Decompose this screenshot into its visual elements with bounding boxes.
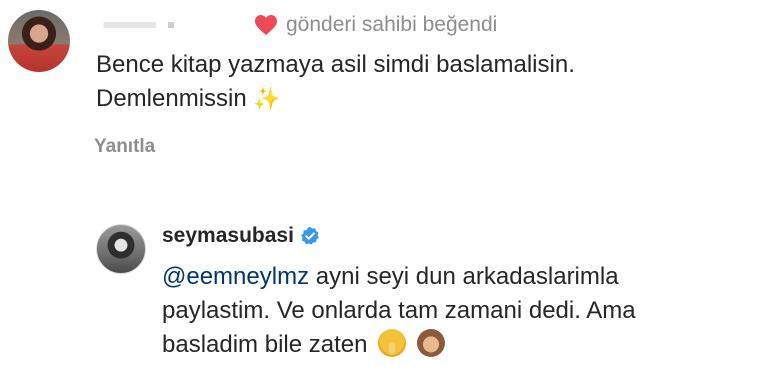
avatar[interactable]	[8, 10, 70, 72]
comment-2-line-1-text: ayni seyi dun arkadaslarimla	[309, 263, 619, 290]
comment-1-line-2-text: Demlenmissin	[96, 85, 247, 112]
username[interactable]: seymasubasi	[162, 224, 294, 248]
comment-1-line-1: Bence kitap yazmaya asil simdi baslamali…	[96, 51, 575, 78]
reply-button[interactable]: Yanıtla	[94, 136, 155, 158]
mention-link[interactable]: @eemneylmz	[162, 263, 309, 290]
comment-1-text: Bence kitap yazmaya asil simdi baslamali…	[96, 48, 736, 116]
comment-2-text: @eemneylmz ayni seyi dun arkadaslarimla …	[162, 260, 762, 362]
comment-2-header: seymasubasi	[162, 224, 320, 248]
comment-2-line-3-text: basladim bile zaten	[162, 331, 368, 358]
comment-2-line-2: paylastim. Ve onlarda tam zamani dedi. A…	[162, 297, 636, 324]
blurred-username[interactable]	[96, 22, 246, 28]
comment-2-line-1: @eemneylmz ayni seyi dun arkadaslarimla	[162, 260, 762, 294]
comment-1-line-2: Demlenmissin ✨	[96, 82, 736, 116]
liked-by-author-label: gönderi sahibi beğendi	[286, 13, 498, 36]
comment-2-line-3: basladim bile zaten	[162, 328, 762, 362]
avatar[interactable]	[96, 224, 146, 274]
shushing-face-emoji-icon	[378, 329, 407, 357]
verified-badge-icon	[301, 226, 319, 245]
see-no-evil-monkey-emoji-icon	[416, 329, 445, 357]
heart-icon	[255, 15, 277, 35]
sparkles-icon: ✨	[253, 86, 281, 111]
comment-1-meta: gönderi sahibi beğendi	[96, 10, 497, 40]
